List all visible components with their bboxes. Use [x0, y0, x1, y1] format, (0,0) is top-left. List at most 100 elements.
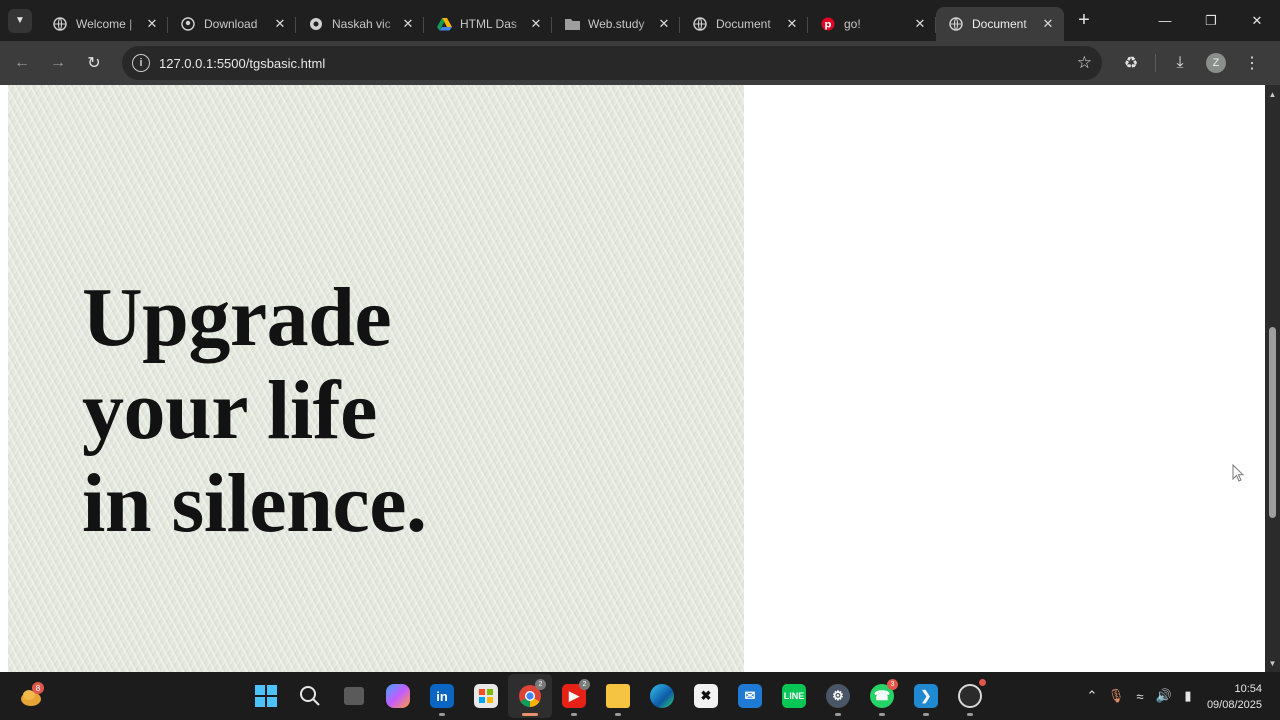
forward-button[interactable]: →	[40, 45, 76, 81]
close-icon[interactable]: ✕	[272, 16, 288, 32]
capcut-button[interactable]: ✖	[684, 674, 728, 718]
back-button[interactable]: ←	[4, 45, 40, 81]
microphone-button[interactable]: 🎙	[1104, 688, 1128, 704]
plus-icon: +	[1078, 9, 1090, 31]
running-indicator	[835, 713, 841, 716]
edge-button[interactable]	[640, 674, 684, 718]
system-clock[interactable]: 10:54 09/08/2025	[1207, 681, 1262, 713]
start-button[interactable]	[244, 674, 288, 718]
windows-logo-icon	[255, 685, 277, 707]
tab-title: go!	[844, 17, 861, 31]
task-view-button[interactable]	[332, 674, 376, 718]
whatsapp-badge: 3	[887, 679, 898, 690]
tab-html-dasar[interactable]: HTML Das ✕	[424, 7, 552, 41]
outlook-button[interactable]: ✉	[728, 674, 772, 718]
vertical-scrollbar[interactable]: ▲ ▼	[1265, 85, 1280, 672]
close-icon[interactable]: ✕	[144, 16, 160, 32]
close-window-button[interactable]: ✕	[1234, 0, 1280, 41]
taskbar-apps: in 2 ▶ 2 ✖ ✉ LINE ⚙ ☎ 3 ❯	[244, 672, 992, 720]
close-icon[interactable]: ✕	[656, 16, 672, 32]
address-bar[interactable]: i 127.0.0.1:5500/tgsbasic.html ☆	[122, 46, 1102, 80]
puzzle-icon: ♻	[1123, 55, 1139, 72]
vscode-button[interactable]: ❯	[904, 674, 948, 718]
scrollbar-thumb[interactable]	[1269, 327, 1276, 518]
system-tray: ⌃ 🎙 ≈ 🔊 ▮	[1080, 672, 1200, 720]
whatsapp-button[interactable]: ☎ 3	[860, 674, 904, 718]
tab-title: Welcome |	[76, 17, 133, 31]
headline-line: your life	[82, 364, 377, 457]
downloads-button[interactable]: ⤓	[1162, 45, 1198, 81]
toolbar-divider	[1155, 54, 1156, 72]
reload-button[interactable]: ↻	[76, 45, 112, 81]
store-button[interactable]	[464, 674, 508, 718]
new-tab-button[interactable]: +	[1070, 7, 1098, 35]
tab-document-1[interactable]: Document ✕	[680, 7, 808, 41]
close-icon: ✕	[1251, 12, 1263, 28]
hero-headline: Upgrade your life in silence.	[82, 271, 427, 550]
active-indicator	[522, 713, 538, 716]
tab-search-button[interactable]: ▼	[8, 8, 32, 33]
obs-button[interactable]	[948, 674, 992, 718]
minimize-button[interactable]: —	[1142, 0, 1188, 41]
tab-web-study[interactable]: Web.study ✕	[552, 7, 680, 41]
windows-taskbar: 8 in 2 ▶ 2 ✖ ✉ LINE ⚙ ☎ 3 ❯ ⌃ 🎙 ≈ 🔊 ▮ 10…	[0, 672, 1280, 720]
mouse-cursor-icon	[1232, 464, 1244, 482]
folder-icon	[606, 684, 630, 708]
tab-strip: ▼ Welcome | ✕ Download ✕ Naskah vic ✕ HT…	[0, 0, 1280, 41]
pinterest-icon: p	[820, 16, 836, 32]
close-icon[interactable]: ✕	[912, 16, 928, 32]
scroll-up-icon[interactable]: ▲	[1265, 87, 1280, 101]
running-indicator	[615, 713, 621, 716]
line-chat-icon: LINE	[782, 684, 806, 708]
tab-title: HTML Das	[460, 17, 517, 31]
url-text[interactable]: 127.0.0.1:5500/tgsbasic.html	[159, 56, 325, 71]
profile-avatar[interactable]: Z	[1206, 53, 1226, 73]
chrome-button[interactable]: 2	[508, 674, 552, 718]
obs-icon	[958, 684, 982, 708]
wifi-button[interactable]: ≈	[1128, 689, 1152, 704]
copilot-button[interactable]	[376, 674, 420, 718]
svg-text:p: p	[824, 20, 831, 31]
close-icon[interactable]: ✕	[1040, 16, 1056, 32]
toolbar-actions: ♻ ⤓ Z ⋮	[1113, 45, 1270, 81]
headline-line: Upgrade	[82, 271, 392, 364]
tab-title: Document	[972, 17, 1027, 31]
speaker-icon: 🔊	[1155, 688, 1173, 703]
search-button[interactable]	[288, 674, 332, 718]
folder-icon	[564, 16, 580, 32]
battery-button[interactable]: ▮	[1176, 688, 1200, 704]
running-indicator	[967, 713, 973, 716]
tab-download[interactable]: Download ✕	[168, 7, 296, 41]
bookmark-star-icon[interactable]: ☆	[1077, 53, 1092, 73]
extensions-button[interactable]: ♻	[1113, 45, 1149, 81]
page-viewport: Upgrade your life in silence.	[0, 85, 1280, 672]
youtube-button[interactable]: ▶ 2	[552, 674, 596, 718]
site-info-icon[interactable]: i	[132, 54, 150, 72]
recording-indicator	[979, 679, 986, 686]
line-button[interactable]: LINE	[772, 674, 816, 718]
close-icon[interactable]: ✕	[400, 16, 416, 32]
tab-naskah[interactable]: Naskah vic ✕	[296, 7, 424, 41]
tray-overflow-button[interactable]: ⌃	[1080, 688, 1104, 704]
globe-icon	[692, 16, 708, 32]
close-icon[interactable]: ✕	[784, 16, 800, 32]
tab-go[interactable]: p go! ✕	[808, 7, 936, 41]
web-icon	[308, 16, 324, 32]
battery-icon: ▮	[1184, 688, 1192, 703]
download-icon: ⤓	[1176, 54, 1184, 71]
capcut-icon: ✖	[694, 684, 718, 708]
linkedin-button[interactable]: in	[420, 674, 464, 718]
tab-title: Document	[716, 17, 771, 31]
restore-button[interactable]: ❐	[1188, 0, 1234, 41]
close-icon[interactable]: ✕	[528, 16, 544, 32]
settings-button[interactable]: ⚙	[816, 674, 860, 718]
menu-button[interactable]: ⋮	[1234, 45, 1270, 81]
tab-welcome[interactable]: Welcome | ✕	[40, 7, 168, 41]
running-indicator	[879, 713, 885, 716]
volume-button[interactable]: 🔊	[1152, 688, 1176, 704]
file-explorer-button[interactable]	[596, 674, 640, 718]
widgets-button[interactable]: 8	[18, 682, 46, 710]
mail-icon: ✉	[738, 684, 762, 708]
scroll-down-icon[interactable]: ▼	[1265, 656, 1280, 670]
tab-document-active[interactable]: Document ✕	[936, 7, 1064, 41]
